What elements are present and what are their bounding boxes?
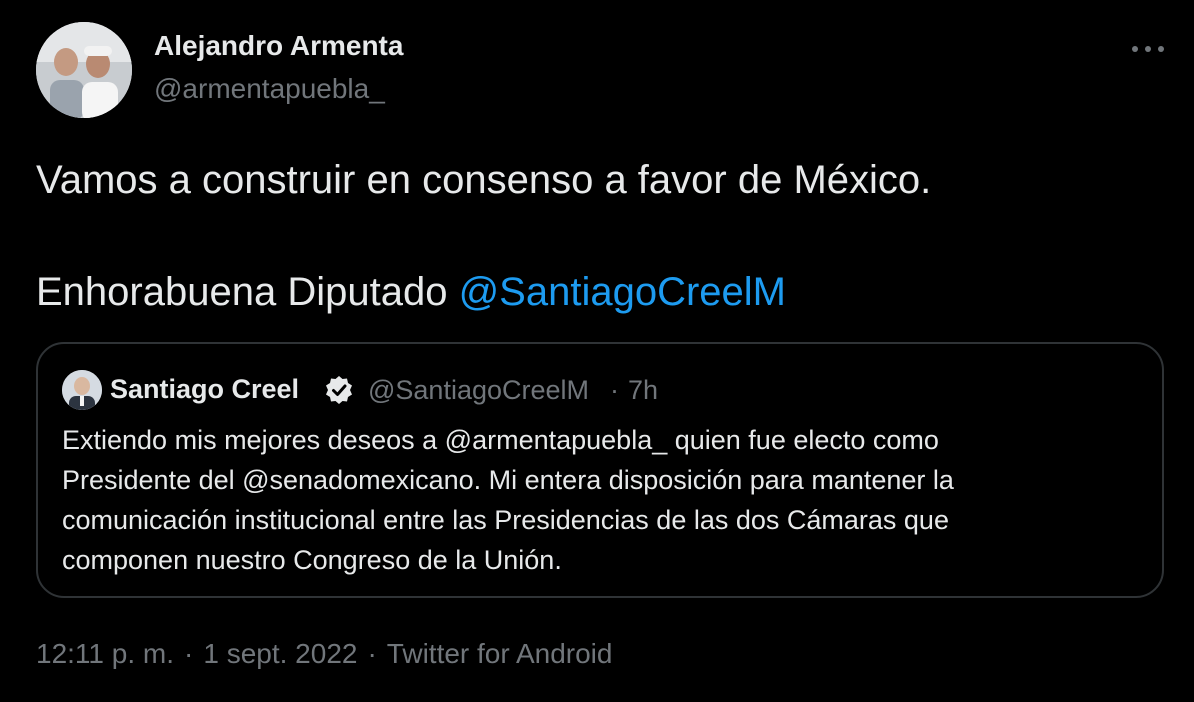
quote-text-line-4: componen nuestro Congreso de la Unión. xyxy=(62,545,562,575)
quote-separator: · xyxy=(610,375,619,405)
avatar-photo xyxy=(36,22,132,118)
verified-badge-icon xyxy=(326,376,352,404)
tweet-source[interactable]: Twitter for Android xyxy=(387,638,613,670)
mention-link[interactable]: @SantiagoCreelM xyxy=(459,270,786,314)
tweet-time[interactable]: 12:11 p. m. xyxy=(36,638,174,670)
quote-timestamp[interactable]: 7h xyxy=(628,375,658,406)
author-avatar[interactable] xyxy=(36,22,132,118)
quote-avatar-photo xyxy=(62,370,102,410)
quote-text-line-2: Presidente del @senadomexicano. Mi enter… xyxy=(62,465,954,495)
tweet-date[interactable]: 1 sept. 2022 xyxy=(203,638,357,670)
tweet-text-line-2: Enhorabuena Diputado @SantiagoCreelM xyxy=(36,268,786,316)
meta-separator-1: · xyxy=(184,638,194,669)
quote-text-line-3: comunicación institucional entre las Pre… xyxy=(62,505,949,535)
tweet-metadata: 12:11 p. m. · 1 sept. 2022 · Twitter for And… xyxy=(36,638,612,670)
author-name[interactable]: Alejandro Armenta xyxy=(154,30,403,62)
quote-author-avatar[interactable] xyxy=(62,370,102,410)
author-handle[interactable]: @armentapuebla_ xyxy=(154,73,385,105)
quote-author-handle[interactable]: @SantiagoCreelM xyxy=(368,375,589,406)
quote-author-name[interactable]: Santiago Creel xyxy=(110,374,299,405)
quoted-tweet-card[interactable]: Santiago Creel @SantiagoCreelM · 7h Exti… xyxy=(36,342,1164,598)
quote-text-line-1: Extiendo mis mejores deseos a @armentapu… xyxy=(62,425,939,455)
more-options-button[interactable] xyxy=(1126,34,1170,64)
more-dots-icon xyxy=(1132,46,1164,52)
tweet-text-prefix: Enhorabuena Diputado xyxy=(36,270,459,314)
meta-separator-2: · xyxy=(367,638,377,669)
tweet: Alejandro Armenta @armentapuebla_ Vamos … xyxy=(0,0,1194,702)
tweet-text-line-1: Vamos a construir en consenso a favor de… xyxy=(36,158,932,202)
